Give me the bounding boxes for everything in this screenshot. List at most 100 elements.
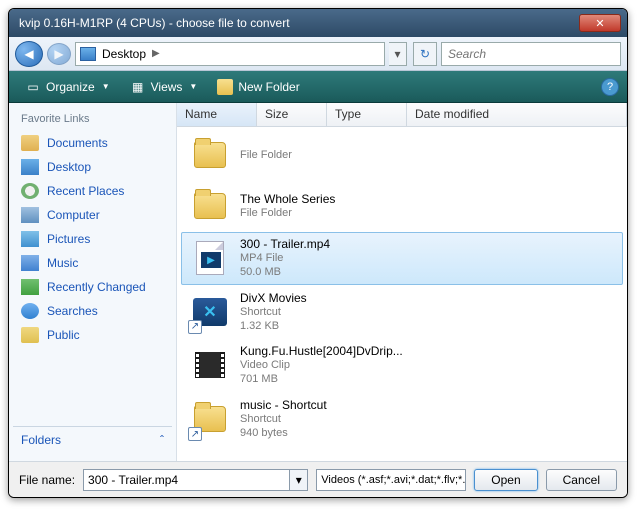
sidebar-item-public[interactable]: Public [13,323,172,347]
sidebar-icon [21,183,39,199]
shortcut-overlay-icon: ↗ [188,320,202,334]
file-text: Kung.Fu.Hustle[2004]DvDrip...Video Clip7… [240,344,403,387]
file-icon: ▶ [190,238,230,278]
file-icon: ↗ [190,399,230,439]
organize-button[interactable]: ▭ Organize ▼ [17,76,118,98]
folders-label: Folders [21,433,61,447]
file-meta: File Folder [240,206,335,220]
file-text: music - ShortcutShortcut940 bytes [240,398,327,441]
col-type[interactable]: Type [327,103,407,126]
sidebar-item-label: Public [47,328,80,342]
shortcut-overlay-icon: ↗ [188,427,202,441]
file-name: music - Shortcut [240,398,327,412]
chevron-right-icon[interactable]: ▶ [152,48,160,59]
sidebar: Favorite Links Documents Desktop Recent Pl… [9,103,177,461]
views-label: Views [151,80,183,94]
file-item[interactable]: The Whole SeriesFile Folder [181,181,623,231]
folders-toggle[interactable]: Folders ˆ [13,426,172,453]
sidebar-icon [21,135,39,151]
file-item[interactable]: File Folder [181,130,623,180]
file-name: 300 - Trailer.mp4 [240,237,330,251]
file-icon: ✕↗ [190,292,230,332]
sidebar-item-pictures[interactable]: Pictures [13,227,172,251]
sidebar-icon [21,207,39,223]
file-item[interactable]: Kung.Fu.Hustle[2004]DvDrip...Video Clip7… [181,339,623,392]
close-button[interactable]: ✕ [579,14,621,32]
filename-label: File name: [19,473,75,487]
toolbar: ▭ Organize ▼ ▦ Views ▼ New Folder ? [9,71,627,103]
search-input[interactable] [441,42,621,66]
window-title: kvip 0.16H-M1RP (4 CPUs) - choose file t… [15,16,579,30]
file-icon [190,135,230,175]
breadcrumb: Desktop [102,47,146,61]
sidebar-item-label: Recently Changed [47,280,146,294]
new-folder-button[interactable]: New Folder [209,76,307,98]
sidebar-item-music[interactable]: Music [13,251,172,275]
chevron-down-icon: ▼ [102,82,110,91]
folder-icon [217,79,233,95]
sidebar-icon [21,159,39,175]
file-icon [190,345,230,385]
sidebar-item-label: Music [47,256,78,270]
file-item[interactable]: ✕↗DivX MoviesShortcut1.32 KB [181,286,623,339]
filename-dropdown[interactable]: ▾ [290,469,308,491]
address-dropdown[interactable]: ▾ [389,42,407,66]
sidebar-item-label: Desktop [47,160,91,174]
sidebar-item-label: Recent Places [47,184,124,198]
file-type-filter[interactable]: Videos (*.asf;*.avi;*.dat;*.flv;*. ▾ [316,469,466,491]
sidebar-icon [21,231,39,247]
file-pane: Name Size Type Date modified File Folder… [177,103,627,461]
file-meta: Shortcut1.32 KB [240,305,307,334]
sidebar-item-label: Documents [47,136,108,150]
file-list: File FolderThe Whole SeriesFile Folder▶3… [177,127,627,461]
back-button[interactable]: ◀ [15,41,43,67]
new-folder-label: New Folder [238,80,299,94]
views-icon: ▦ [130,79,146,95]
sidebar-item-recent-places[interactable]: Recent Places [13,179,172,203]
address-bar[interactable]: Desktop ▶ [75,42,385,66]
sidebar-item-label: Computer [47,208,100,222]
filter-text: Videos (*.asf;*.avi;*.dat;*.flv;*. [321,474,465,486]
file-meta: Shortcut940 bytes [240,412,327,441]
sidebar-icon [21,327,39,343]
filename-input[interactable] [83,469,290,491]
sidebar-icon [21,255,39,271]
sidebar-item-searches[interactable]: Searches [13,299,172,323]
sidebar-heading: Favorite Links [13,111,172,131]
chevron-up-icon: ˆ [160,433,164,447]
refresh-button[interactable]: ↻ [413,42,437,66]
file-text: DivX MoviesShortcut1.32 KB [240,291,307,334]
sidebar-item-desktop[interactable]: Desktop [13,155,172,179]
file-text: 300 - Trailer.mp4MP4 File50.0 MB [240,237,330,280]
file-item[interactable]: ↗ music - ShortcutShortcut940 bytes [181,393,623,446]
footer: File name: ▾ Videos (*.asf;*.avi;*.dat;*… [9,461,627,497]
cancel-button[interactable]: Cancel [546,469,617,491]
file-text: The Whole SeriesFile Folder [240,192,335,220]
sidebar-icon [21,303,39,319]
sidebar-item-recently-changed[interactable]: Recently Changed [13,275,172,299]
desktop-icon [80,47,96,61]
open-button[interactable]: Open [474,469,537,491]
col-name[interactable]: Name [177,103,257,126]
file-meta: MP4 File50.0 MB [240,251,330,280]
col-size[interactable]: Size [257,103,327,126]
forward-button[interactable]: ▶ [47,43,71,65]
file-meta: File Folder [240,148,292,162]
sidebar-item-label: Searches [47,304,98,318]
views-button[interactable]: ▦ Views ▼ [122,76,206,98]
nav-bar: ◀ ▶ Desktop ▶ ▾ ↻ [9,37,627,71]
sidebar-item-computer[interactable]: Computer [13,203,172,227]
chevron-down-icon: ▼ [189,82,197,91]
file-dialog: kvip 0.16H-M1RP (4 CPUs) - choose file t… [8,8,628,498]
organize-icon: ▭ [25,79,41,95]
file-item[interactable]: ▶300 - Trailer.mp4MP4 File50.0 MB [181,232,623,285]
file-meta: Video Clip701 MB [240,358,403,387]
sidebar-item-documents[interactable]: Documents [13,131,172,155]
help-button[interactable]: ? [601,78,619,96]
sidebar-icon [21,279,39,295]
titlebar: kvip 0.16H-M1RP (4 CPUs) - choose file t… [9,9,627,37]
sidebar-item-label: Pictures [47,232,90,246]
chevron-down-icon: ▾ [465,473,466,486]
organize-label: Organize [46,80,95,94]
col-date[interactable]: Date modified [407,103,627,126]
